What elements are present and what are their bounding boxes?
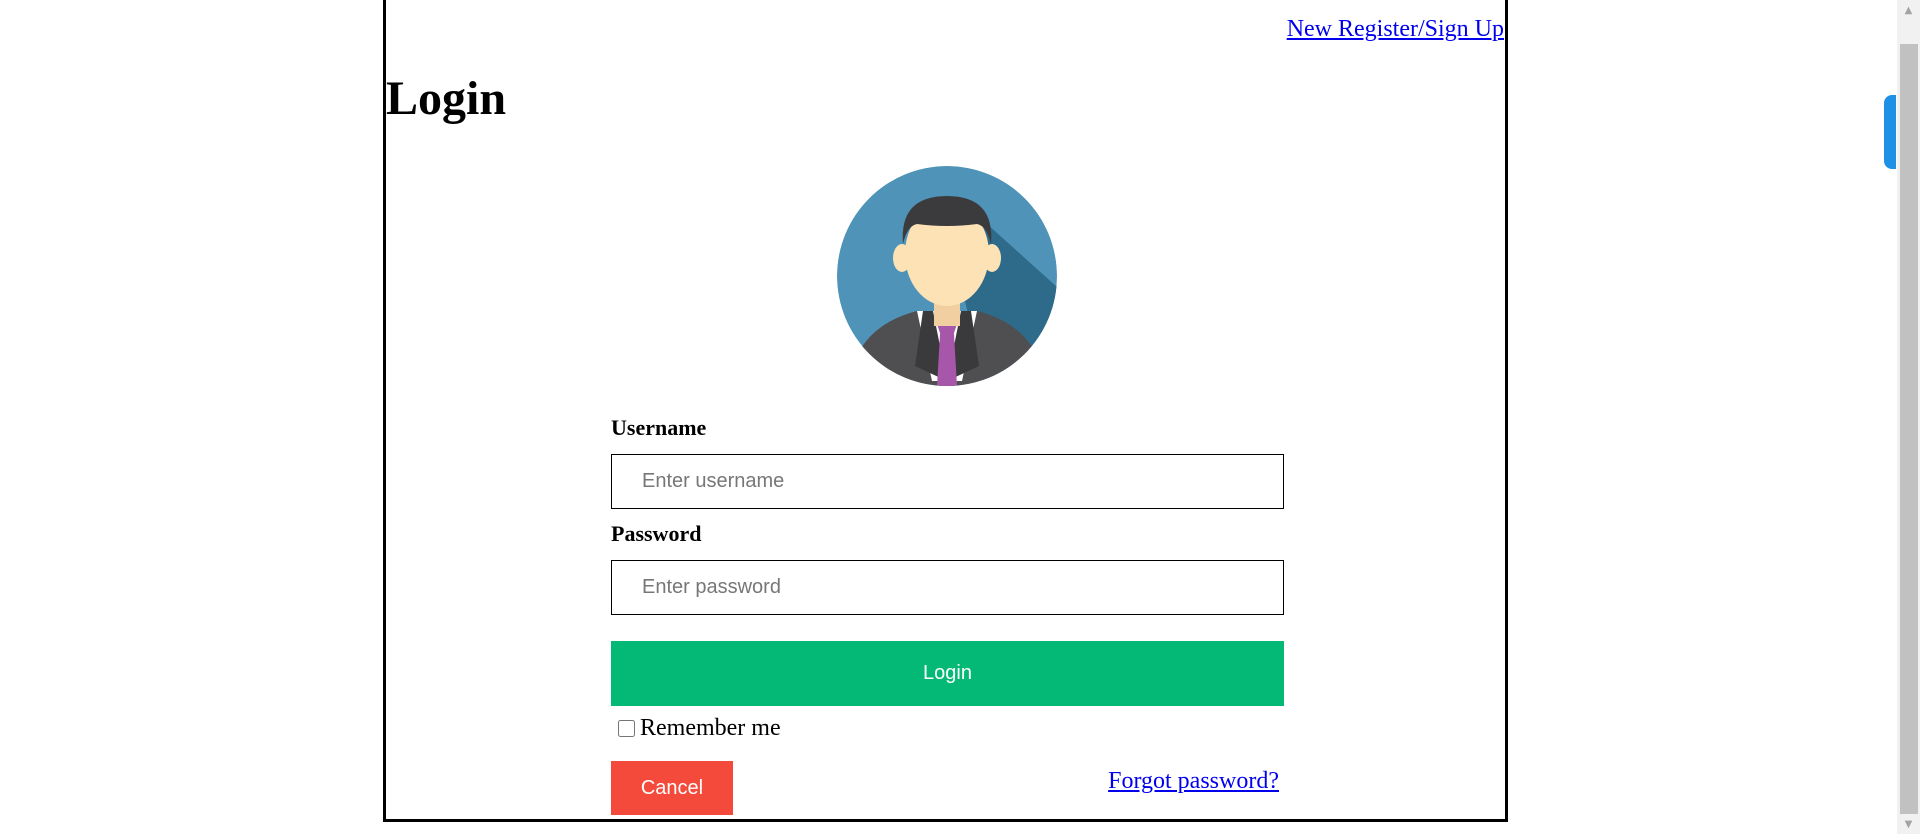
businessman-avatar-icon (837, 166, 1057, 386)
remember-me-row: Remember me (618, 715, 781, 742)
username-label: Username (611, 415, 707, 440)
login-button[interactable]: Login (611, 641, 1284, 706)
page-title: Login (386, 72, 507, 125)
login-container: New Register/Sign Up Login Username Pass… (383, 0, 1508, 822)
scroll-up-arrow-icon[interactable]: ▲ (1897, 0, 1920, 20)
remember-me-checkbox[interactable] (618, 720, 635, 737)
cancel-button[interactable]: Cancel (611, 761, 733, 815)
signup-link[interactable]: New Register/Sign Up (1287, 16, 1504, 43)
scroll-down-arrow-icon[interactable]: ▼ (1897, 814, 1920, 834)
password-input[interactable] (611, 560, 1284, 615)
scroll-indicator (1884, 95, 1896, 169)
remember-me-label: Remember me (640, 715, 781, 741)
password-label: Password (611, 521, 702, 546)
username-input[interactable] (611, 454, 1284, 509)
scrollbar-thumb[interactable] (1900, 44, 1918, 814)
forgot-password-link[interactable]: Forgot password? (1108, 768, 1279, 795)
vertical-scrollbar[interactable]: ▲ ▼ (1897, 0, 1920, 834)
